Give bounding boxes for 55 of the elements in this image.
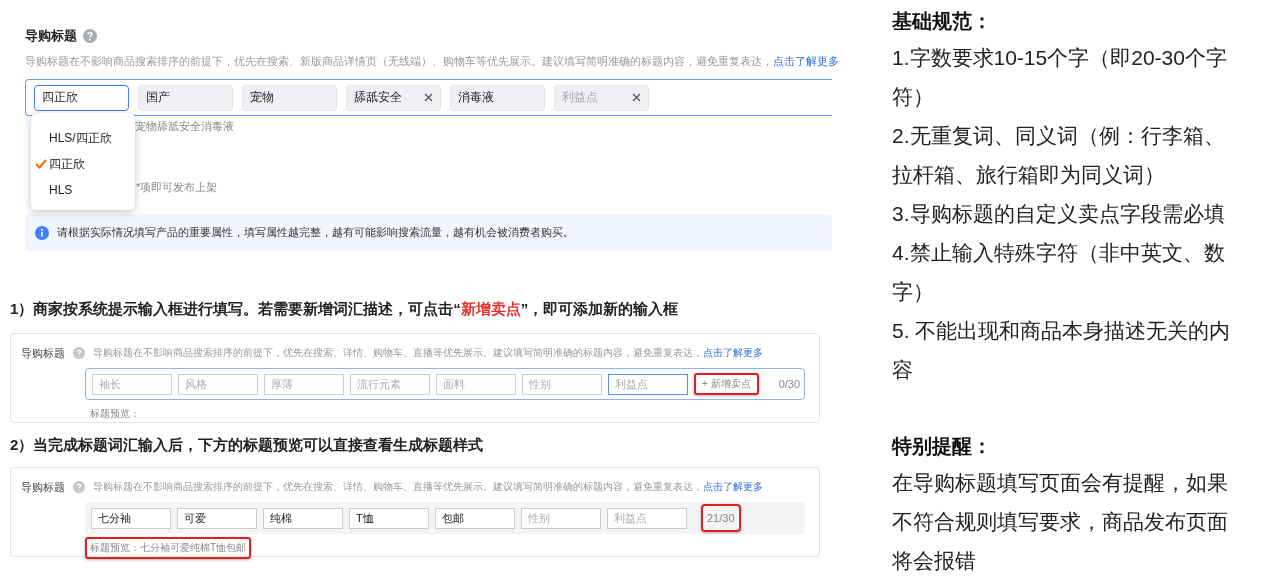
close-icon[interactable] [632, 93, 641, 102]
keyword-field[interactable]: 厚薄 [264, 373, 344, 395]
info-text: 请根据实际情况填写产品的重要属性，填写属性越完整，越有可能影响搜索流量，越有机会被消费者购买。 [57, 225, 574, 240]
keyword-field[interactable]: 风格 [178, 373, 258, 395]
help-icon[interactable] [73, 481, 85, 493]
guideline-item: 2.无重复词、同义词（例：行李箱、拉杆箱、旅行箱即为同义词） [892, 123, 1226, 188]
help-icon[interactable] [83, 29, 97, 43]
tag-field[interactable]: 舔舐安全 [346, 84, 441, 111]
step-caption: 1）商家按系统提示输入框进行填写。若需要新增词汇描述，可点击“新增卖点”，即可添加新的输入框 [10, 300, 680, 319]
reminder-heading: 特别提醒： [892, 434, 993, 459]
field-label: 导购标题 [25, 27, 77, 45]
keyword-field[interactable]: 面料 [436, 373, 516, 395]
tag-field[interactable]: 消毒液 [450, 84, 545, 111]
close-icon[interactable] [424, 93, 433, 102]
keyword-field[interactable]: 性别 [522, 373, 602, 395]
info-icon [35, 225, 49, 240]
learn-more-link[interactable]: 点击了解更多 [703, 347, 763, 358]
preview-text: 宠物舔舐安全消毒液 [135, 119, 234, 134]
keyword-field[interactable]: 包邮 [435, 507, 515, 529]
publish-note: *项即可发布上架 [136, 179, 218, 195]
title-preview: 标题预览： [89, 407, 141, 421]
field-label: 导购标题 [21, 345, 65, 361]
character-counter: 0/30 [777, 377, 802, 392]
dropdown-option[interactable]: HLS/四正欣 [35, 125, 135, 151]
keyword-field[interactable]: 性别 [521, 507, 601, 529]
dropdown-option[interactable]: 四正欣 [35, 151, 135, 177]
keyword-field[interactable]: 可爱 [177, 507, 257, 529]
add-selling-point-button[interactable]: + 新增卖点 [694, 373, 759, 395]
learn-more-link[interactable]: 点击了解更多 [703, 481, 763, 492]
keyword-field[interactable]: 纯棉 [263, 507, 343, 529]
field-label: 导购标题 [21, 479, 65, 495]
guideline-item: 3.导购标题的自定义卖点字段需必填 [892, 201, 1226, 227]
keyword-field[interactable]: 七分袖 [91, 507, 171, 529]
learn-more-link[interactable]: 点击了解更多 [773, 55, 839, 67]
description: 导购标题在不影响商品搜索排序的前提下，优先在搜索、详情、购物车、直播等优先展示。建议填写简明准确的标题内容，避免重复表达，点击了解更多 [93, 480, 763, 494]
title-preview: 标题预览：七分袖可爱纯棉T恤包邮 [85, 537, 252, 559]
dropdown-option[interactable]: HLS [35, 177, 135, 203]
keyword-field[interactable]: 利益点 [608, 373, 688, 395]
guidelines-heading: 基础规范： [892, 9, 993, 34]
keyword-field[interactable]: 袖长 [92, 373, 172, 395]
guideline-item: 4.禁止输入特殊字符（非中英文、数字） [892, 240, 1226, 305]
guideline-item: 1.字数要求10-15个字（即20-30个字符） [892, 45, 1228, 110]
keyword-field[interactable]: T恤 [349, 507, 429, 529]
description: 导购标题在不影响商品搜索排序的前提下，优先在搜索、详情、购物车、直播等优先展示。建议填写简明准确的标题内容，避免重复表达，点击了解更多 [93, 346, 763, 360]
tag-field[interactable]: 宠物 [242, 84, 337, 111]
keyword-field[interactable]: 利益点 [607, 507, 687, 529]
guideline-item: 5. 不能出现和商品本身描述无关的内容 [892, 318, 1232, 383]
keyword-field[interactable]: 流行元素 [350, 373, 430, 395]
tag-input-box[interactable]: 四正欣 国产 宠物 舔舐安全 消毒液 利益点 [25, 79, 832, 116]
reminder-text: 在导购标题填写页面会有提醒，如果不符合规则填写要求，商品发布页面将会报错 [892, 470, 1229, 574]
step-caption: 2）当完成标题词汇输入后，下方的标题预览可以直接查看生成标题样式 [10, 436, 485, 455]
help-icon[interactable] [73, 347, 85, 359]
tag-field[interactable]: 国产 [138, 84, 233, 111]
character-counter: 21/30 [701, 504, 741, 532]
tag-field[interactable]: 四正欣 [34, 84, 129, 111]
